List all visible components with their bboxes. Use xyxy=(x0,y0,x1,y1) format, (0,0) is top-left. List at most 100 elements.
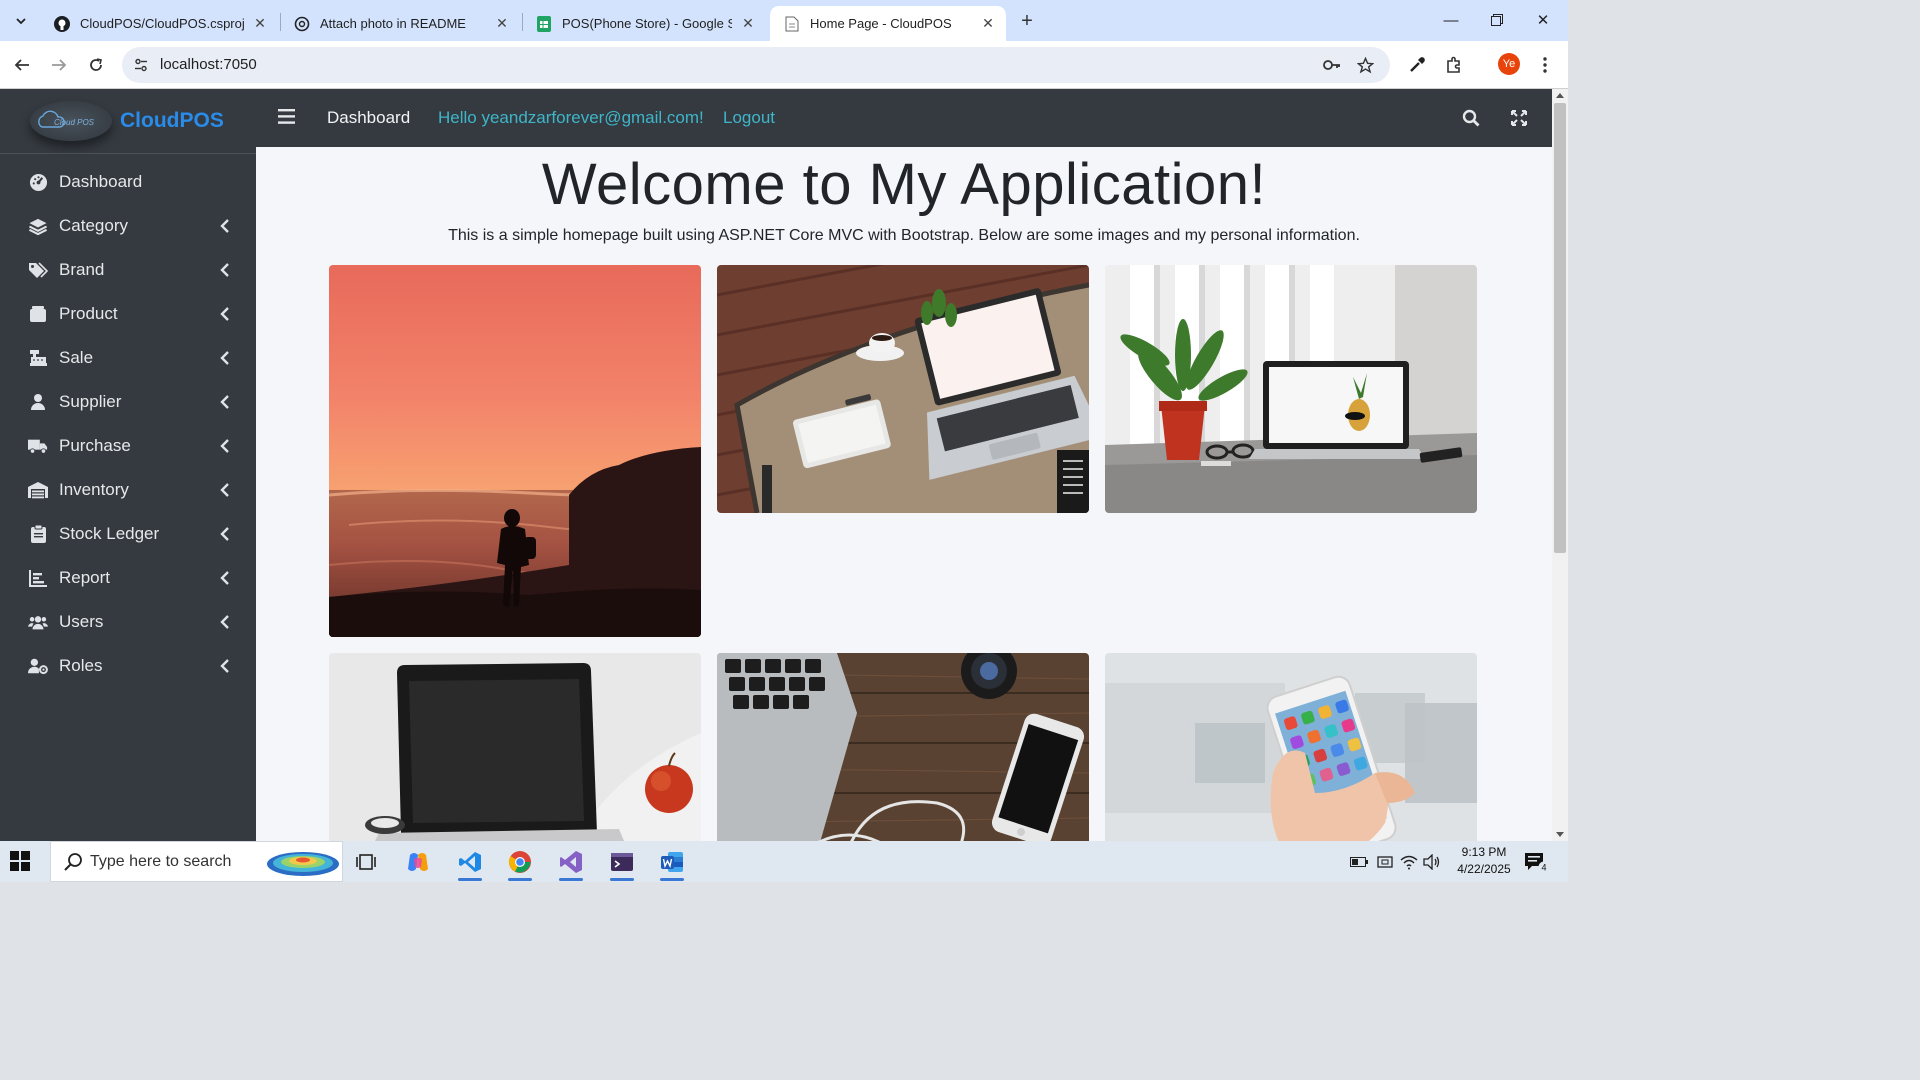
sidebar-item-inventory[interactable]: Inventory xyxy=(0,468,256,512)
browser-tab-strip: CloudPOS/CloudPOS.csproj at r ✕ Attach p… xyxy=(0,0,1568,41)
sidebar-item-label: Report xyxy=(59,568,111,587)
browser-tab-github[interactable]: CloudPOS/CloudPOS.csproj at r ✕ xyxy=(40,6,278,41)
reload-button[interactable] xyxy=(82,51,110,79)
system-clock[interactable]: 9:13 PM 4/22/2025 xyxy=(1444,844,1524,878)
sidebar-item-dashboard[interactable]: Dashboard xyxy=(0,160,256,204)
search-highlight-illustration xyxy=(266,846,341,878)
key-icon[interactable] xyxy=(1322,55,1342,75)
sidebar-item-label: Users xyxy=(59,612,104,631)
sidebar-item-users[interactable]: Users xyxy=(0,600,256,644)
profile-avatar[interactable]: Ye xyxy=(1498,53,1520,75)
sidebar-item-label: Dashboard xyxy=(59,172,143,191)
nav-dashboard-link[interactable]: Dashboard xyxy=(327,108,410,128)
chevron-left-icon xyxy=(218,393,232,411)
word-icon[interactable] xyxy=(652,845,692,881)
sidebar-item-sale[interactable]: Sale xyxy=(0,336,256,380)
chevron-left-icon xyxy=(218,657,232,675)
copilot-icon[interactable] xyxy=(398,845,438,879)
close-icon[interactable]: ✕ xyxy=(740,15,756,32)
windows-start-icon[interactable] xyxy=(10,851,32,873)
sunset-beach-photo xyxy=(329,265,701,637)
sidebar-item-label: Sale xyxy=(59,348,94,367)
task-view-icon[interactable] xyxy=(346,845,386,879)
minimize-icon: — xyxy=(1443,11,1459,29)
site-settings-icon[interactable] xyxy=(132,56,150,74)
page-scrollbar[interactable] xyxy=(1552,89,1568,841)
browser-tab-chatgpt[interactable]: Attach photo in README ✕ xyxy=(280,6,520,41)
sidebar-item-label: Category xyxy=(59,216,128,235)
cash-register-icon xyxy=(28,348,48,368)
minimize-button[interactable]: — xyxy=(1428,0,1474,40)
sidebar-item-category[interactable]: Category xyxy=(0,204,256,248)
hand-holding-phone-photo xyxy=(1105,653,1477,841)
new-tab-button[interactable]: + xyxy=(1014,8,1040,34)
eyedropper-icon[interactable] xyxy=(1405,53,1429,77)
taskbar-search-placeholder: Type here to search xyxy=(90,853,232,870)
google-sheets-icon xyxy=(536,15,552,32)
chevron-down-icon xyxy=(16,18,26,25)
kebab-menu-icon[interactable] xyxy=(1533,53,1557,77)
forward-button[interactable] xyxy=(45,51,73,79)
users-icon xyxy=(28,612,48,632)
sidebar-item-brand[interactable]: Brand xyxy=(0,248,256,292)
nav-greeting-link[interactable]: Hello yeandzarforever@gmail.com! xyxy=(438,108,704,128)
chevron-left-icon xyxy=(218,569,232,587)
sidebar-item-product[interactable]: Product xyxy=(0,292,256,336)
url-text[interactable]: localhost:7050 xyxy=(160,56,257,73)
openai-icon xyxy=(294,16,310,32)
close-icon[interactable]: ✕ xyxy=(494,15,510,32)
chrome-icon[interactable] xyxy=(500,845,540,881)
fullscreen-icon[interactable] xyxy=(1508,107,1530,129)
cloud-logo-icon: Cloud POS xyxy=(38,110,95,128)
brand-link[interactable]: Cloud POS CloudPOS xyxy=(0,89,256,154)
volume-icon[interactable] xyxy=(1423,853,1441,871)
sidebar-item-label: Supplier xyxy=(59,392,122,411)
visual-studio-icon[interactable] xyxy=(551,845,591,881)
close-window-button[interactable]: ✕ xyxy=(1520,0,1566,40)
sidebar-item-label: Brand xyxy=(59,260,105,279)
tachometer-icon xyxy=(28,172,48,192)
scrollbar-thumb[interactable] xyxy=(1554,103,1566,553)
sidebar-item-stock-ledger[interactable]: Stock Ledger xyxy=(0,512,256,556)
tab-title: Home Page - CloudPOS xyxy=(810,16,952,31)
scroll-down-arrow-icon[interactable] xyxy=(1556,832,1564,837)
meet-now-icon[interactable] xyxy=(1376,853,1394,871)
chevron-left-icon xyxy=(218,481,232,499)
back-button[interactable] xyxy=(8,51,36,79)
browser-tab-google-sheets[interactable]: POS(Phone Store) - Google She ✕ xyxy=(522,6,766,41)
chevron-left-icon xyxy=(218,217,232,235)
search-icon[interactable] xyxy=(1460,107,1482,129)
terminal-icon[interactable] xyxy=(602,845,642,881)
browser-tab-active[interactable]: Home Page - CloudPOS ✕ xyxy=(770,6,1006,41)
vscode-icon[interactable] xyxy=(450,845,490,881)
tags-icon xyxy=(28,260,48,280)
app-top-navbar: Dashboard Hello yeandzarforever@gmail.co… xyxy=(256,89,1552,147)
sidebar-item-purchase[interactable]: Purchase xyxy=(0,424,256,468)
extensions-icon[interactable] xyxy=(1442,53,1466,77)
sidebar-item-roles[interactable]: Roles xyxy=(0,644,256,688)
scroll-up-arrow-icon[interactable] xyxy=(1556,93,1564,98)
notification-count: 4 xyxy=(1541,863,1546,873)
sidebar-item-label: Product xyxy=(59,304,118,323)
taskbar-search-box[interactable]: Type here to search xyxy=(50,841,343,882)
tab-search-button[interactable] xyxy=(8,8,34,34)
sidebar-item-supplier[interactable]: Supplier xyxy=(0,380,256,424)
sidebar-menu: Dashboard Category Brand Product Sale Su… xyxy=(0,154,256,688)
wifi-icon[interactable] xyxy=(1400,853,1418,871)
clipboard-icon xyxy=(28,524,48,544)
star-icon[interactable] xyxy=(1355,55,1375,75)
sidebar-item-report[interactable]: Report xyxy=(0,556,256,600)
restore-button[interactable] xyxy=(1474,0,1520,40)
notification-center-icon[interactable]: 4 xyxy=(1524,851,1550,873)
arrow-left-icon xyxy=(14,59,29,71)
battery-icon[interactable] xyxy=(1350,853,1368,871)
windows-taskbar: Type here to search 9:13 PM 4/22/2025 4 xyxy=(0,841,1568,882)
tab-title: Attach photo in README xyxy=(320,16,466,31)
main-content: Welcome to My Application! This is a sim… xyxy=(256,147,1552,841)
close-icon[interactable]: ✕ xyxy=(980,15,996,32)
close-icon[interactable]: ✕ xyxy=(252,15,268,32)
product-box-icon xyxy=(28,304,48,324)
nav-logout-link[interactable]: Logout xyxy=(723,108,775,128)
address-bar[interactable]: localhost:7050 xyxy=(122,47,1390,83)
hamburger-menu-icon[interactable] xyxy=(278,109,296,127)
